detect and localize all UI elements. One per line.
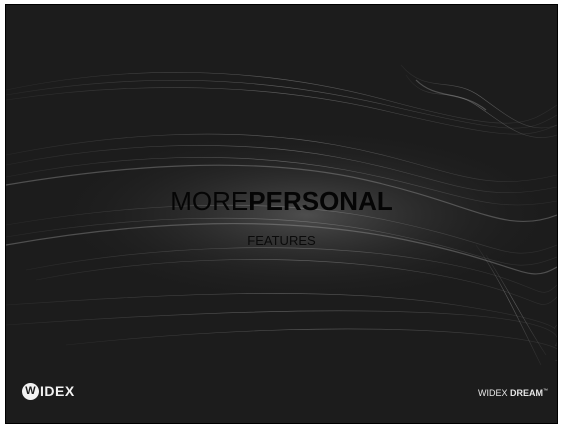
widex-logo: W IDEX bbox=[22, 382, 75, 400]
title-bold: PERSONAL bbox=[248, 186, 393, 216]
brand-bold: DREAM bbox=[510, 388, 543, 398]
slide: MOREPERSONAL FEATURES W IDEX WIDEX DREAM… bbox=[5, 4, 558, 424]
brand-trademark: ™ bbox=[543, 388, 548, 394]
slide-subtitle: FEATURES bbox=[247, 233, 316, 248]
widex-dream-brand: WIDEX DREAM™ bbox=[478, 388, 548, 398]
widex-logo-text: IDEX bbox=[40, 383, 75, 399]
slide-title: MOREPERSONAL bbox=[6, 186, 557, 216]
brand-light: WIDEX bbox=[477, 388, 510, 398]
widex-logo-badge-icon: W bbox=[22, 382, 39, 400]
title-light: MORE bbox=[170, 186, 249, 216]
